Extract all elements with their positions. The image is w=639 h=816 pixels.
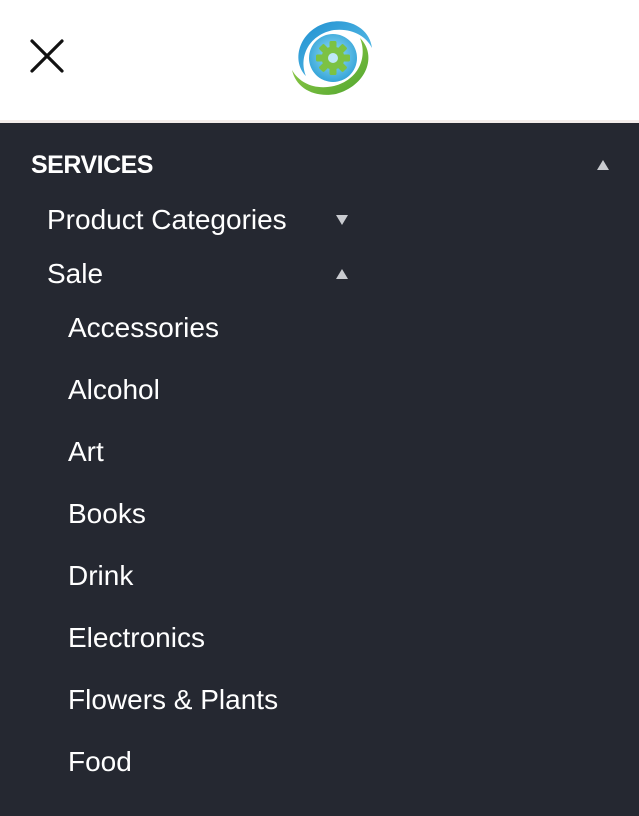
section-title: SERVICES — [31, 151, 153, 179]
menu-item-food[interactable]: Food — [0, 740, 400, 782]
close-icon — [30, 39, 64, 73]
menu-item-electronics[interactable]: Electronics — [0, 616, 400, 658]
menu-item-flowers-plants[interactable]: Flowers & Plants — [0, 678, 400, 720]
menu-item-alcohol[interactable]: Alcohol — [0, 368, 400, 410]
collapse-caret-icon — [597, 160, 609, 170]
section-services[interactable]: SERVICES — [0, 145, 639, 185]
menu-item-label: Alcohol — [68, 374, 160, 405]
menu-item-accessories[interactable]: Accessories — [0, 306, 400, 348]
menu-item-label: Drink — [68, 560, 134, 591]
services-menu: SERVICES Product Categories Sale Accesso… — [0, 123, 639, 816]
menu-header — [0, 0, 639, 122]
menu-item-sale[interactable]: Sale — [0, 252, 370, 294]
menu-item-drink[interactable]: Drink — [0, 554, 400, 596]
menu-item-product-categories[interactable]: Product Categories — [0, 198, 370, 240]
menu-item-label: Product Categories — [47, 204, 287, 235]
collapse-caret-icon — [336, 269, 348, 279]
menu-item-label: Art — [68, 436, 104, 467]
gear-logo-icon — [292, 21, 372, 95]
expand-caret-icon — [336, 215, 348, 225]
close-menu-button[interactable] — [24, 33, 70, 79]
menu-item-label: Flowers & Plants — [68, 684, 279, 715]
menu-item-books[interactable]: Books — [0, 492, 400, 534]
menu-item-label: Accessories — [68, 312, 219, 343]
menu-item-art[interactable]: Art — [0, 430, 400, 472]
menu-item-label: Books — [68, 498, 146, 529]
menu-item-label: Sale — [47, 258, 104, 289]
menu-item-label: Food — [68, 746, 132, 777]
menu-item-label: Electronics — [68, 622, 205, 653]
brand-logo[interactable] — [286, 14, 380, 100]
